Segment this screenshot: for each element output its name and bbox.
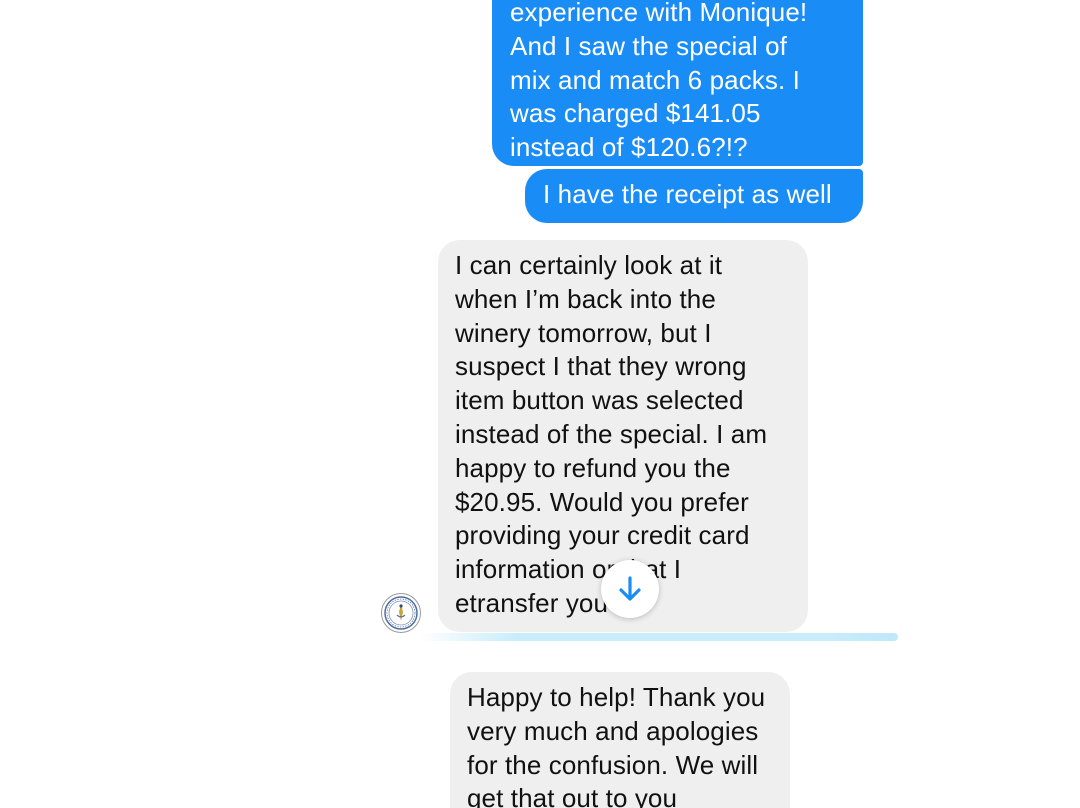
winery-logo-icon: [384, 596, 418, 630]
outgoing-message-bubble[interactable]: experience with Monique! And I saw the s…: [492, 0, 863, 166]
sender-avatar[interactable]: [381, 593, 421, 633]
arrow-down-icon: [619, 576, 641, 601]
scroll-to-bottom-button[interactable]: [601, 560, 659, 618]
scroll-progress-bar: [420, 633, 898, 641]
outgoing-message-bubble[interactable]: I have the receipt as well: [525, 169, 863, 223]
incoming-message-bubble[interactable]: Happy to help! Thank you very much and a…: [450, 672, 790, 808]
message-thread[interactable]: experience with Monique! And I saw the s…: [0, 0, 1080, 808]
